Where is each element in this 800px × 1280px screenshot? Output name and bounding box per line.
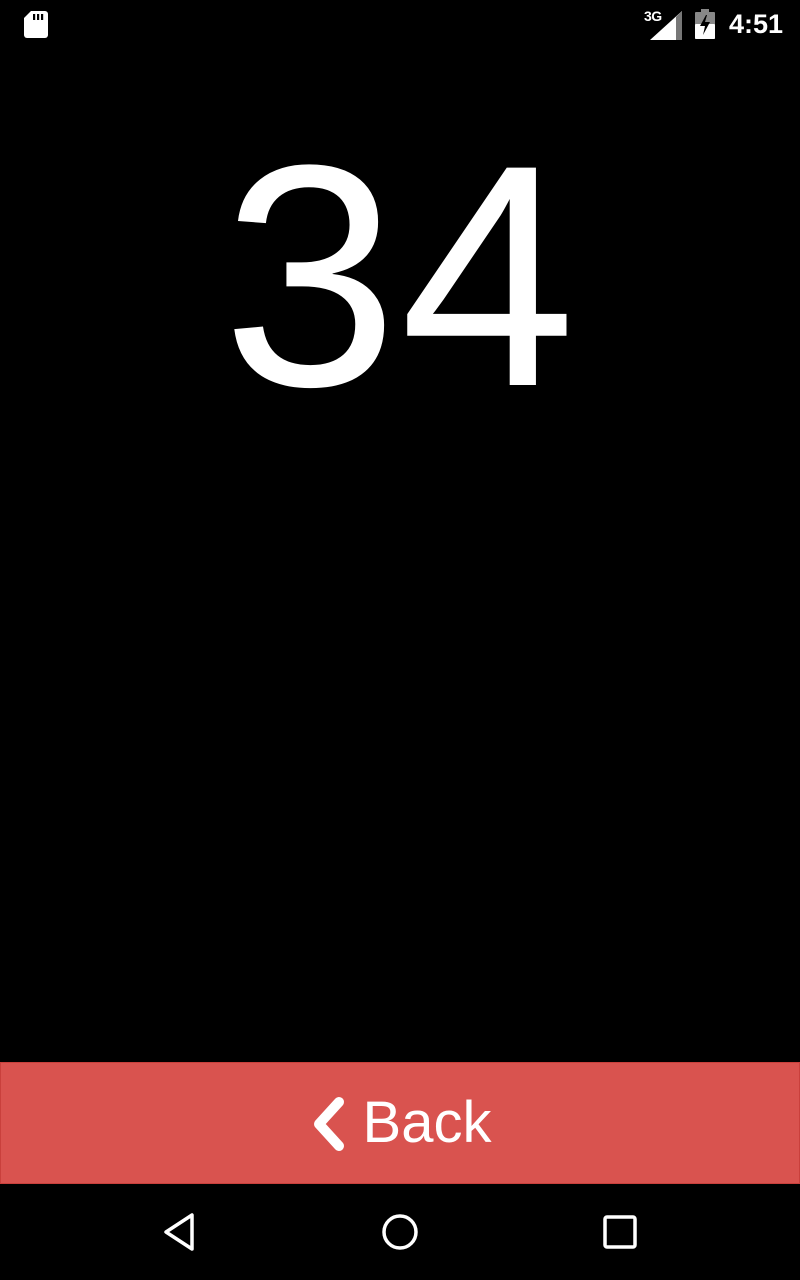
- battery-charging-icon: [695, 9, 715, 39]
- counter-number: 34: [222, 99, 578, 452]
- app-screen: 3G 4:51 34 Back: [0, 0, 800, 1280]
- nav-recents-icon: [603, 1215, 637, 1249]
- nav-home-icon: [382, 1214, 418, 1250]
- sd-card-icon: [24, 11, 48, 38]
- navigation-bar: [0, 1184, 800, 1280]
- cell-signal: 3G: [642, 8, 682, 40]
- status-bar: 3G 4:51: [0, 0, 800, 48]
- network-type-label: 3G: [644, 8, 662, 24]
- nav-back-button[interactable]: [144, 1196, 216, 1268]
- back-button[interactable]: Back: [0, 1062, 800, 1184]
- nav-recents-button[interactable]: [584, 1196, 656, 1268]
- nav-home-button[interactable]: [364, 1196, 436, 1268]
- back-button-label: Back: [362, 1090, 492, 1155]
- nav-back-icon: [164, 1213, 194, 1251]
- chevron-left-icon: [313, 1097, 344, 1151]
- status-clock: 4:51: [729, 9, 784, 39]
